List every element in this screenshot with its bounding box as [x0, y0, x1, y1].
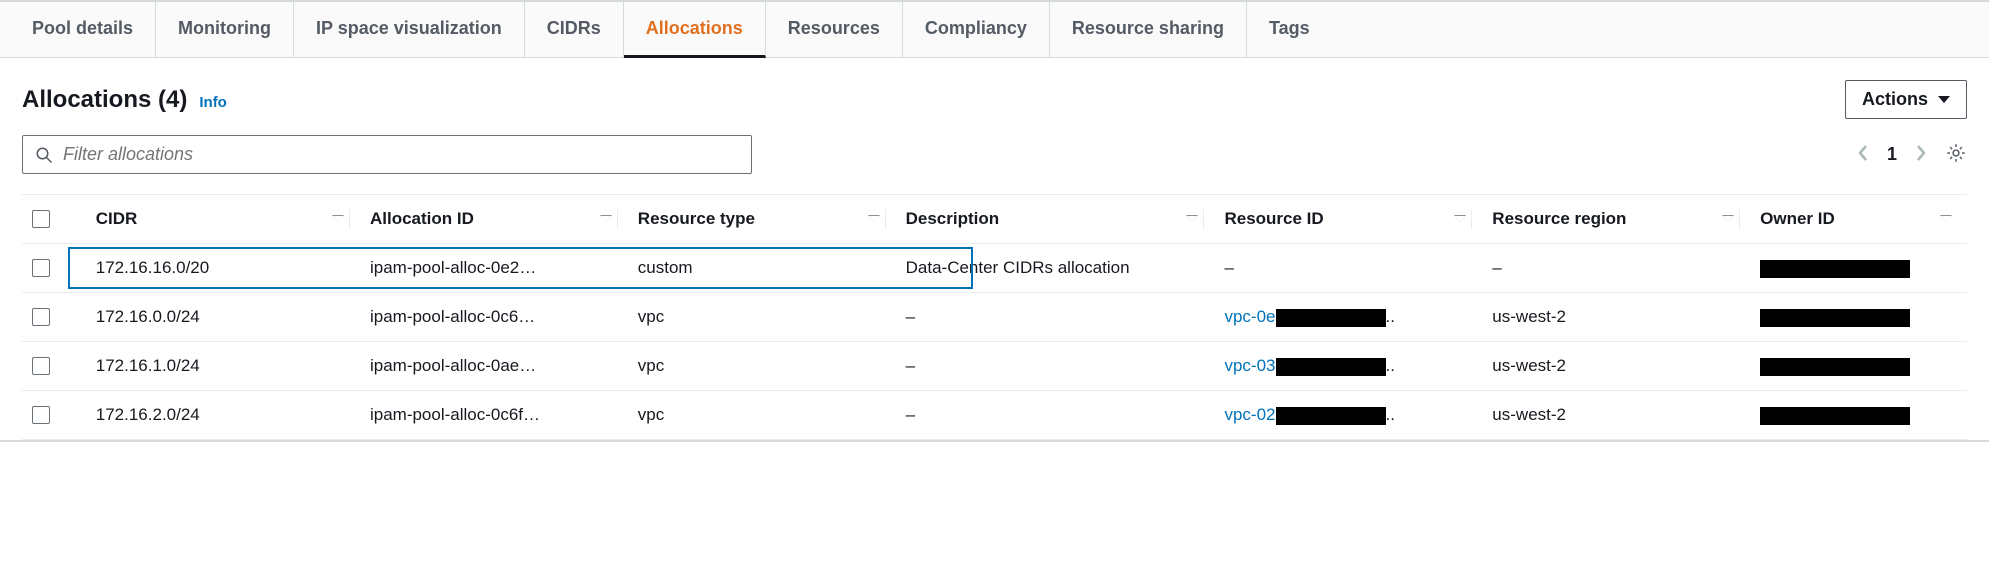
cell-resource-id: vpc-0e..: [1214, 293, 1482, 342]
sort-icon[interactable]: [1187, 216, 1197, 222]
cell-resource-type: custom: [628, 244, 896, 293]
settings-button[interactable]: [1945, 142, 1967, 167]
panel-divider: [0, 440, 1989, 442]
sort-icon[interactable]: [1941, 216, 1951, 222]
allocations-panel: Allocations (4) Info Actions 1: [0, 58, 1989, 440]
cell-cidr: 172.16.2.0/24: [86, 391, 360, 440]
search-icon: [35, 146, 53, 164]
cell-description: –: [896, 391, 1215, 440]
resource-id-link[interactable]: vpc-03: [1224, 356, 1275, 375]
cell-allocation-id: ipam-pool-alloc-0e2…: [360, 244, 628, 293]
table-row: 172.16.1.0/24ipam-pool-alloc-0ae…vpc–vpc…: [22, 342, 1967, 391]
cell-owner-id: [1750, 391, 1967, 440]
cell-description: –: [896, 342, 1215, 391]
cell-resource-type: vpc: [628, 293, 896, 342]
tab-ip-space-visualization[interactable]: IP space visualization: [294, 2, 525, 57]
tabs-bar: Pool detailsMonitoringIP space visualiza…: [0, 0, 1989, 58]
cell-resource-region: us-west-2: [1482, 293, 1750, 342]
cell-allocation-id: ipam-pool-alloc-0c6f…: [360, 391, 628, 440]
col-header-resource-type[interactable]: Resource type: [638, 209, 755, 229]
col-header-resource-region[interactable]: Resource region: [1492, 209, 1626, 229]
tab-resources[interactable]: Resources: [766, 2, 903, 57]
cell-cidr: 172.16.1.0/24: [86, 342, 360, 391]
panel-title: Allocations (4): [22, 86, 187, 114]
redacted-text: [1760, 260, 1910, 278]
cell-resource-type: vpc: [628, 391, 896, 440]
toolbar: 1: [22, 135, 1967, 174]
resource-id-link[interactable]: vpc-0e: [1224, 307, 1275, 326]
sort-icon[interactable]: [1455, 216, 1465, 222]
tab-cidrs[interactable]: CIDRs: [525, 2, 624, 57]
panel-header: Allocations (4) Info Actions: [22, 80, 1967, 119]
cell-owner-id: [1750, 293, 1967, 342]
col-header-owner-id[interactable]: Owner ID: [1760, 209, 1835, 229]
cell-owner-id: [1750, 342, 1967, 391]
actions-button[interactable]: Actions: [1845, 80, 1967, 119]
cell-resource-region: us-west-2: [1482, 391, 1750, 440]
col-header-allocation-id[interactable]: Allocation ID: [370, 209, 474, 229]
page-number: 1: [1887, 144, 1897, 165]
sort-icon[interactable]: [333, 216, 343, 222]
cell-resource-id: –: [1214, 244, 1482, 293]
sort-icon[interactable]: [869, 216, 879, 222]
table-row: 172.16.16.0/20ipam-pool-alloc-0e2…custom…: [22, 244, 1967, 293]
cell-resource-region: –: [1482, 244, 1750, 293]
tab-resource-sharing[interactable]: Resource sharing: [1050, 2, 1247, 57]
cell-description: –: [896, 293, 1215, 342]
redacted-text: [1760, 407, 1910, 425]
col-header-description[interactable]: Description: [906, 209, 1000, 229]
row-checkbox[interactable]: [32, 357, 50, 375]
sort-icon[interactable]: [1723, 216, 1733, 222]
tab-compliancy[interactable]: Compliancy: [903, 2, 1050, 57]
prev-page-button[interactable]: [1857, 144, 1869, 165]
select-all-checkbox[interactable]: [32, 210, 50, 228]
cell-resource-id: vpc-02..: [1214, 391, 1482, 440]
tab-tags[interactable]: Tags: [1247, 2, 1332, 57]
actions-button-label: Actions: [1862, 89, 1928, 110]
row-checkbox[interactable]: [32, 308, 50, 326]
redacted-text: [1760, 309, 1910, 327]
redacted-text: [1276, 407, 1386, 425]
row-checkbox[interactable]: [32, 259, 50, 277]
resource-id-link[interactable]: vpc-02: [1224, 405, 1275, 424]
redacted-text: [1760, 358, 1910, 376]
cell-resource-id: vpc-03..: [1214, 342, 1482, 391]
col-header-resource-id[interactable]: Resource ID: [1224, 209, 1323, 229]
pagination: 1: [1857, 142, 1967, 167]
info-link[interactable]: Info: [199, 94, 227, 111]
tab-monitoring[interactable]: Monitoring: [156, 2, 294, 57]
tab-allocations[interactable]: Allocations: [624, 2, 766, 58]
table-row: 172.16.0.0/24ipam-pool-alloc-0c6…vpc–vpc…: [22, 293, 1967, 342]
redacted-text: [1276, 358, 1386, 376]
tab-pool-details[interactable]: Pool details: [10, 2, 156, 57]
caret-down-icon: [1938, 96, 1950, 103]
filter-input[interactable]: [63, 144, 739, 165]
cell-owner-id: [1750, 244, 1967, 293]
table-row: 172.16.2.0/24ipam-pool-alloc-0c6f…vpc–vp…: [22, 391, 1967, 440]
sort-icon[interactable]: [601, 216, 611, 222]
cell-resource-type: vpc: [628, 342, 896, 391]
filter-box[interactable]: [22, 135, 752, 174]
row-checkbox[interactable]: [32, 406, 50, 424]
redacted-text: [1276, 309, 1386, 327]
next-page-button[interactable]: [1915, 144, 1927, 165]
allocations-table: CIDR Allocation ID Resource type Descrip…: [22, 194, 1967, 440]
cell-cidr: 172.16.16.0/20: [86, 244, 360, 293]
cell-description: Data-Center CIDRs allocation: [896, 244, 1215, 293]
cell-cidr: 172.16.0.0/24: [86, 293, 360, 342]
col-header-cidr[interactable]: CIDR: [96, 209, 138, 229]
cell-resource-region: us-west-2: [1482, 342, 1750, 391]
cell-allocation-id: ipam-pool-alloc-0ae…: [360, 342, 628, 391]
cell-allocation-id: ipam-pool-alloc-0c6…: [360, 293, 628, 342]
